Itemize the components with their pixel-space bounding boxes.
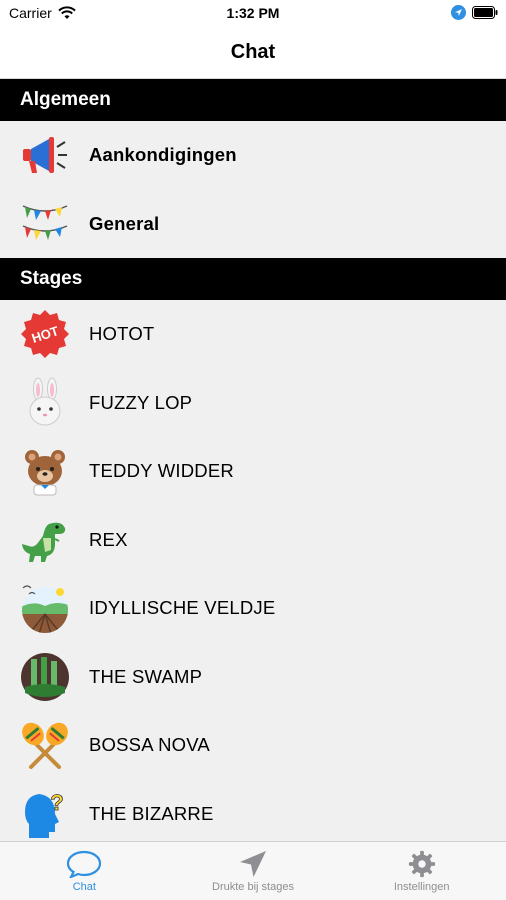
- svg-text:?: ?: [50, 790, 63, 815]
- section-title: Algemeen: [20, 89, 111, 110]
- teddy-bear-icon: [19, 445, 71, 497]
- tab-instellingen[interactable]: Instellingen: [337, 842, 506, 900]
- hot-badge-icon: HOT: [19, 308, 71, 360]
- field-icon: [19, 582, 71, 634]
- tab-bar: Chat Drukte bij stages Instellingen: [0, 841, 506, 900]
- channel-label: THE SWAMP: [89, 665, 203, 687]
- chat-bubble-icon: [66, 850, 102, 878]
- chat-channel-list[interactable]: Algemeen Aankondigingen General Stages H…: [0, 79, 506, 841]
- swamp-icon: [19, 651, 71, 703]
- channel-row-fuzzy-lop[interactable]: FUZZY LOP: [0, 368, 506, 437]
- megaphone-icon: [19, 129, 71, 181]
- navigation-bar: Chat: [0, 30, 506, 79]
- question-head-icon: ?: [19, 788, 71, 840]
- status-time: 1:32 PM: [226, 5, 280, 21]
- section-header-stages: Stages: [0, 258, 506, 300]
- channel-row-the-swamp[interactable]: THE SWAMP: [0, 642, 506, 711]
- channel-label: FUZZY LOP: [89, 391, 193, 413]
- channel-row-teddy-widder[interactable]: TEDDY WIDDER: [0, 437, 506, 506]
- tab-label: Instellingen: [393, 881, 450, 893]
- status-bar: Carrier 1:32 PM: [0, 0, 506, 30]
- bunting-icon: [19, 198, 71, 250]
- channel-label: TEDDY WIDDER: [89, 460, 234, 482]
- section-header-algemeen: Algemeen: [0, 79, 506, 121]
- channel-row-bossa-nova[interactable]: BOSSA NOVA: [0, 711, 506, 780]
- channel-row-the-bizarre[interactable]: ? THE BIZARRE: [0, 779, 506, 841]
- location-icon: [451, 5, 466, 20]
- status-right: [451, 5, 498, 20]
- section-title: Stages: [20, 268, 83, 289]
- channel-label: IDYLLISCHE VELDJE: [89, 597, 276, 619]
- channel-label: HOTOT: [89, 323, 155, 345]
- tab-chat[interactable]: Chat: [0, 842, 169, 900]
- tab-label: Chat: [72, 881, 96, 893]
- battery-icon: [472, 6, 498, 19]
- chat-screen: Carrier 1:32 PM Chat Algemeen Aankondigi…: [0, 0, 506, 900]
- location-arrow-icon: [238, 850, 268, 878]
- channel-label: THE BIZARRE: [89, 802, 214, 824]
- channel-label: General: [89, 212, 160, 234]
- gear-icon: [407, 850, 437, 878]
- tab-drukte-bij-stages[interactable]: Drukte bij stages: [169, 842, 338, 900]
- maracas-icon: [19, 719, 71, 771]
- channel-label: BOSSA NOVA: [89, 734, 210, 756]
- channel-row-idyllische-veldje[interactable]: IDYLLISCHE VELDJE: [0, 574, 506, 643]
- tab-label: Drukte bij stages: [212, 881, 294, 893]
- channel-row-general[interactable]: General: [0, 189, 506, 258]
- channel-row-rex[interactable]: REX: [0, 505, 506, 574]
- dinosaur-icon: [19, 514, 71, 566]
- channel-row-aankondigingen[interactable]: Aankondigingen: [0, 121, 506, 190]
- channel-label: REX: [89, 528, 128, 550]
- page-title: Chat: [230, 41, 276, 63]
- bunny-icon: [19, 377, 71, 429]
- channel-label: Aankondigingen: [89, 144, 237, 166]
- channel-row-hotot[interactable]: HOT HOTOT: [0, 300, 506, 369]
